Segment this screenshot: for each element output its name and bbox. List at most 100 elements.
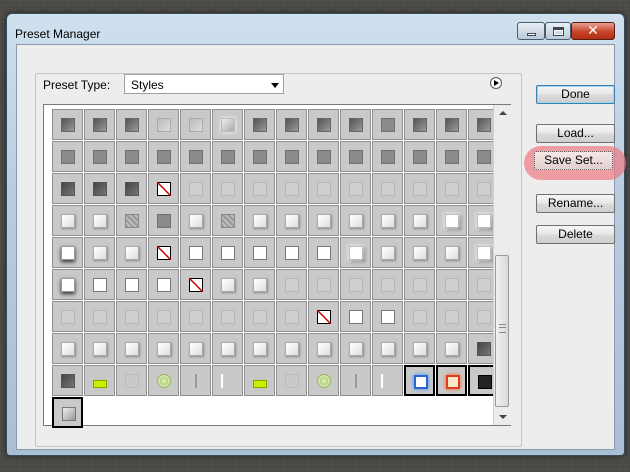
style-preset-swatch[interactable] xyxy=(180,109,211,140)
style-preset-swatch[interactable] xyxy=(116,237,147,268)
style-preset-swatch[interactable] xyxy=(308,301,339,332)
style-preset-swatch[interactable] xyxy=(404,237,435,268)
style-preset-swatch[interactable] xyxy=(52,365,83,396)
style-preset-swatch[interactable] xyxy=(212,237,243,268)
style-preset-swatch[interactable] xyxy=(212,333,243,364)
style-preset-swatch[interactable] xyxy=(340,109,371,140)
style-preset-swatch[interactable] xyxy=(276,109,307,140)
style-preset-swatch[interactable] xyxy=(436,301,467,332)
style-preset-swatch[interactable] xyxy=(340,301,371,332)
style-preset-swatch[interactable] xyxy=(276,333,307,364)
style-preset-swatch[interactable] xyxy=(340,333,371,364)
style-preset-swatch[interactable] xyxy=(116,301,147,332)
style-preset-swatch[interactable] xyxy=(340,269,371,300)
style-preset-swatch[interactable] xyxy=(340,237,371,268)
style-preset-swatch[interactable] xyxy=(372,173,403,204)
style-preset-swatch[interactable] xyxy=(244,237,275,268)
style-preset-swatch[interactable] xyxy=(212,301,243,332)
style-preset-swatch[interactable] xyxy=(308,237,339,268)
style-preset-swatch[interactable] xyxy=(148,365,179,396)
minimize-button[interactable] xyxy=(517,22,545,40)
style-preset-swatch[interactable] xyxy=(276,237,307,268)
style-preset-swatch[interactable] xyxy=(116,333,147,364)
style-preset-swatch[interactable] xyxy=(84,301,115,332)
style-preset-swatch[interactable] xyxy=(244,301,275,332)
style-preset-swatch[interactable] xyxy=(180,365,211,396)
style-preset-swatch[interactable] xyxy=(116,173,147,204)
style-preset-swatch[interactable] xyxy=(212,205,243,236)
style-preset-swatch[interactable] xyxy=(116,365,147,396)
style-preset-swatch[interactable] xyxy=(52,205,83,236)
style-preset-swatch[interactable] xyxy=(244,365,275,396)
style-preset-swatch[interactable] xyxy=(84,269,115,300)
style-preset-swatch[interactable] xyxy=(244,109,275,140)
done-button[interactable]: Done xyxy=(536,85,615,104)
style-preset-swatch[interactable] xyxy=(244,205,275,236)
load-button[interactable]: Load... xyxy=(536,124,615,143)
style-preset-swatch[interactable] xyxy=(436,365,467,396)
style-preset-swatch[interactable] xyxy=(436,141,467,172)
style-preset-swatch[interactable] xyxy=(404,333,435,364)
save-set-button[interactable]: Save Set... xyxy=(534,151,613,170)
style-preset-swatch[interactable] xyxy=(148,141,179,172)
style-preset-swatch[interactable] xyxy=(244,269,275,300)
close-button[interactable]: ✕ xyxy=(571,22,615,40)
title-bar[interactable]: Preset Manager ✕ xyxy=(7,14,624,44)
style-preset-swatch[interactable] xyxy=(180,269,211,300)
style-preset-swatch[interactable] xyxy=(276,269,307,300)
style-preset-swatch[interactable] xyxy=(244,333,275,364)
style-preset-swatch[interactable] xyxy=(244,141,275,172)
style-preset-swatch[interactable] xyxy=(372,333,403,364)
style-preset-swatch[interactable] xyxy=(308,333,339,364)
style-preset-swatch[interactable] xyxy=(52,269,83,300)
style-preset-swatch[interactable] xyxy=(276,141,307,172)
style-preset-swatch[interactable] xyxy=(212,365,243,396)
style-preset-swatch[interactable] xyxy=(404,173,435,204)
style-preset-swatch[interactable] xyxy=(52,301,83,332)
style-preset-swatch[interactable] xyxy=(372,301,403,332)
style-preset-swatch[interactable] xyxy=(340,141,371,172)
style-preset-swatch[interactable] xyxy=(180,205,211,236)
style-preset-swatch[interactable] xyxy=(372,237,403,268)
style-preset-swatch[interactable] xyxy=(84,173,115,204)
style-preset-swatch[interactable] xyxy=(180,141,211,172)
delete-button[interactable]: Delete xyxy=(536,225,615,244)
style-preset-swatch[interactable] xyxy=(180,301,211,332)
style-preset-swatch[interactable] xyxy=(212,141,243,172)
style-preset-swatch[interactable] xyxy=(52,237,83,268)
panel-menu-button[interactable] xyxy=(490,77,502,89)
style-preset-swatch[interactable] xyxy=(84,141,115,172)
style-preset-swatch[interactable] xyxy=(116,109,147,140)
style-preset-swatch[interactable] xyxy=(148,237,179,268)
style-preset-swatch[interactable] xyxy=(52,397,83,428)
style-preset-swatch[interactable] xyxy=(52,109,83,140)
style-preset-swatch[interactable] xyxy=(276,205,307,236)
style-preset-swatch[interactable] xyxy=(436,109,467,140)
style-preset-swatch[interactable] xyxy=(116,205,147,236)
style-preset-swatch[interactable] xyxy=(372,205,403,236)
style-preset-swatch[interactable] xyxy=(308,109,339,140)
style-preset-swatch[interactable] xyxy=(372,365,403,396)
style-preset-swatch[interactable] xyxy=(148,269,179,300)
style-preset-swatch[interactable] xyxy=(276,301,307,332)
scroll-thumb[interactable] xyxy=(495,255,509,407)
style-preset-swatch[interactable] xyxy=(308,365,339,396)
style-preset-swatch[interactable] xyxy=(52,141,83,172)
preset-type-select[interactable]: Styles xyxy=(124,74,284,94)
style-preset-swatch[interactable] xyxy=(52,173,83,204)
style-preset-swatch[interactable] xyxy=(404,269,435,300)
style-preset-swatch[interactable] xyxy=(148,333,179,364)
style-preset-swatch[interactable] xyxy=(276,365,307,396)
maximize-button[interactable] xyxy=(545,22,571,40)
style-preset-swatch[interactable] xyxy=(308,141,339,172)
style-preset-swatch[interactable] xyxy=(84,333,115,364)
style-preset-swatch[interactable] xyxy=(212,109,243,140)
style-preset-swatch[interactable] xyxy=(84,365,115,396)
style-preset-swatch[interactable] xyxy=(436,269,467,300)
style-preset-swatch[interactable] xyxy=(372,269,403,300)
style-preset-swatch[interactable] xyxy=(404,205,435,236)
style-preset-swatch[interactable] xyxy=(340,173,371,204)
style-preset-swatch[interactable] xyxy=(116,269,147,300)
style-preset-swatch[interactable] xyxy=(84,237,115,268)
style-preset-swatch[interactable] xyxy=(404,141,435,172)
